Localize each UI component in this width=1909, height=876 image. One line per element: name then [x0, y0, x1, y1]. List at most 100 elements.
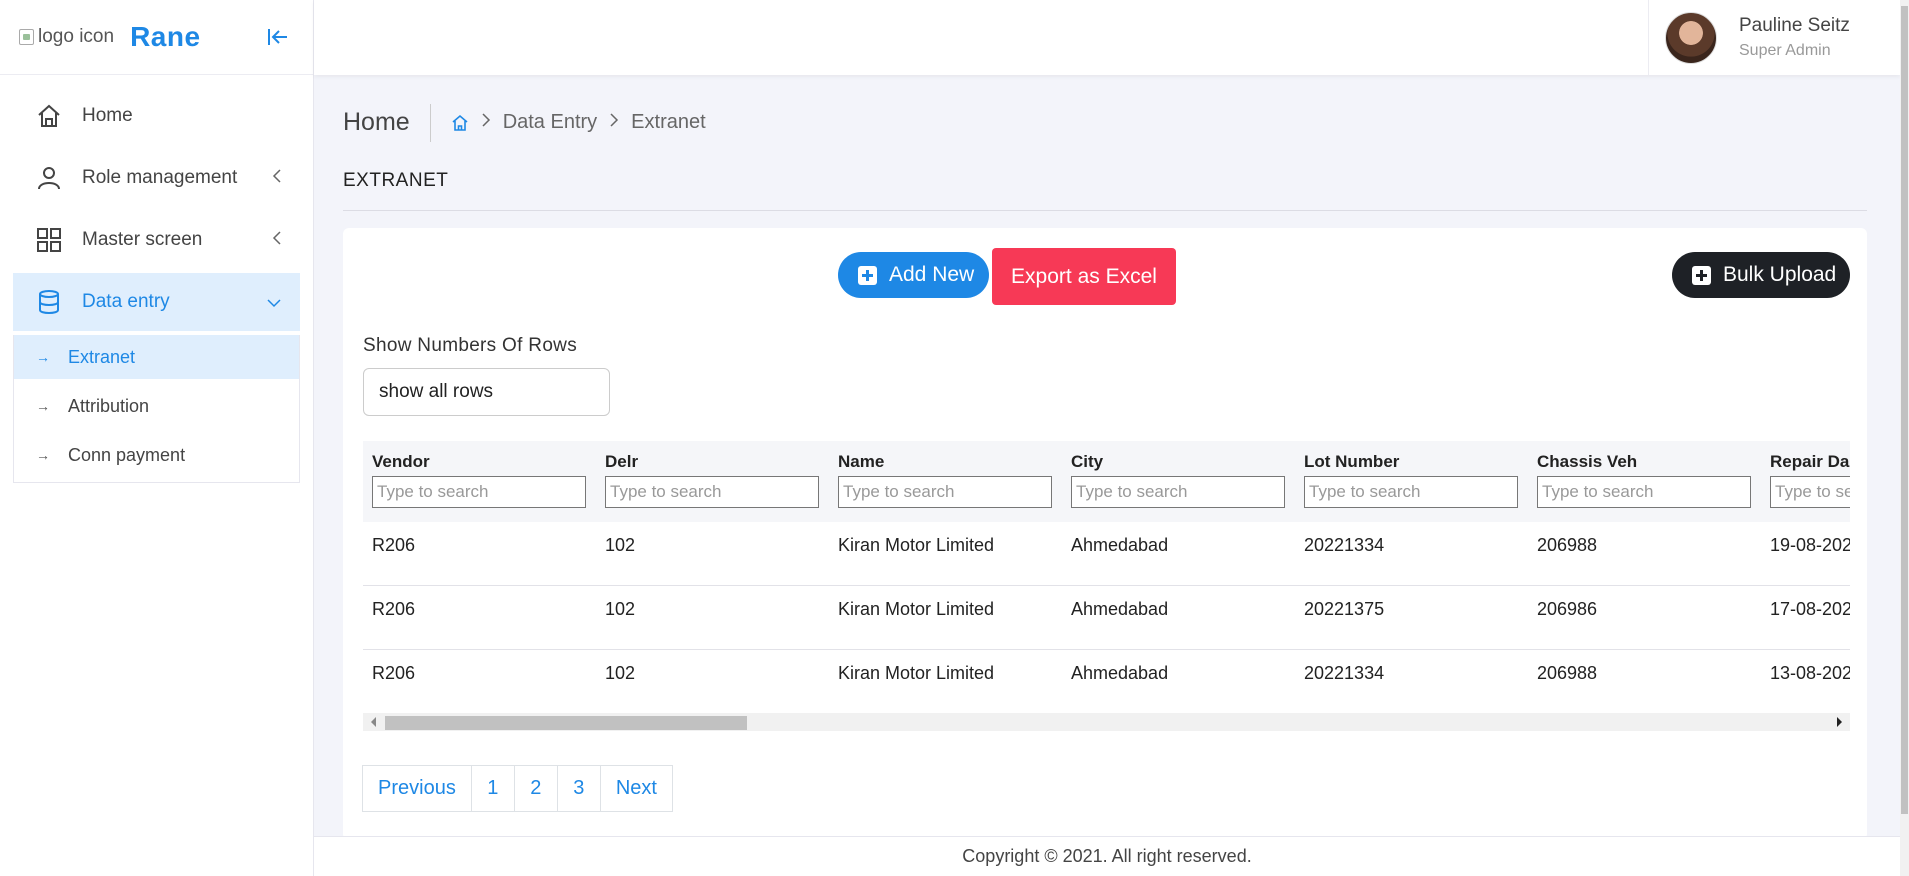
chevron-right-icon	[609, 112, 619, 133]
sidebar-header: logo icon Rane	[0, 0, 313, 75]
cell-city: Ahmedabad	[1071, 663, 1169, 683]
sidebar-subitem-attribution[interactable]: → Attribution	[14, 384, 299, 428]
column-header-repair-date[interactable]: Repair Da	[1770, 452, 1849, 472]
section-heading: EXTRANET	[343, 170, 1867, 211]
bulk-upload-label: Bulk Upload	[1723, 263, 1837, 286]
cell-lot-number: 20221375	[1304, 599, 1385, 619]
arrow-right-icon: →	[36, 398, 50, 414]
horizontal-scrollbar[interactable]	[363, 713, 1850, 731]
column-header-name[interactable]: Name	[838, 452, 884, 472]
topbar: Pauline Seitz Super Admin	[314, 0, 1900, 75]
plus-square-icon	[1692, 265, 1711, 285]
plus-square-icon	[858, 265, 877, 285]
chevron-left-icon	[272, 230, 282, 252]
sidebar-item-master-screen[interactable]: Master screen	[13, 211, 300, 269]
cell-chassis-veh: 206988	[1537, 535, 1598, 555]
sidebar-subitem-conn-payment[interactable]: → Conn payment	[14, 433, 299, 477]
cell-lot-number: 20221334	[1304, 535, 1385, 555]
cell-vendor: R206	[372, 535, 416, 555]
logo: logo icon	[19, 26, 114, 48]
cell-vendor: R206	[372, 663, 416, 683]
arrow-right-icon: →	[36, 349, 50, 365]
repair-date-search-input[interactable]: Type to search	[1770, 476, 1850, 508]
cell-name: Kiran Motor Limited	[838, 535, 995, 555]
avatar[interactable]	[1665, 11, 1717, 64]
lot-number-search-input[interactable]: Type to search	[1304, 476, 1518, 508]
user-name: Pauline Seitz	[1739, 15, 1850, 36]
column-header-chassis-veh[interactable]: Chassis Veh	[1537, 452, 1637, 472]
grid-icon	[35, 226, 63, 254]
brand-name[interactable]: Rane	[130, 21, 200, 53]
add-new-button[interactable]: Add New	[838, 252, 989, 298]
main-content: Home Data Entry Extranet EXTRANET Add Ne…	[343, 75, 1867, 840]
next-page-button[interactable]: Next	[599, 765, 673, 812]
sidebar-nav: Home Role management Master screen Data …	[0, 75, 313, 483]
home-icon[interactable]	[451, 114, 469, 132]
cell-city: Ahmedabad	[1071, 535, 1169, 555]
sidebar-item-label: Home	[82, 105, 133, 126]
sidebar-item-role-management[interactable]: Role management	[13, 149, 300, 207]
breadcrumb-extranet: Extranet	[631, 111, 706, 133]
page-1-button[interactable]: 1	[470, 765, 515, 812]
chevron-right-icon	[481, 112, 491, 133]
logo-alt-text: logo icon	[38, 26, 115, 47]
export-excel-label: Export as Excel	[1011, 264, 1157, 288]
delr-search-input[interactable]: Type to search	[605, 476, 819, 508]
collapse-sidebar-icon[interactable]	[265, 24, 291, 50]
column-header-city[interactable]: City	[1071, 452, 1103, 472]
table-row[interactable]: R206 102 Kiran Motor Limited Ahmedabad 2…	[363, 650, 1850, 714]
vendor-search-input[interactable]: Type to search	[372, 476, 586, 508]
footer: Copyright © 2021. All right reserved.	[314, 836, 1900, 876]
cell-repair-date: 13-08-202	[1770, 663, 1850, 683]
sidebar-subitem-label: Attribution	[68, 395, 150, 416]
table-row[interactable]: R206 102 Kiran Motor Limited Ahmedabad 2…	[363, 522, 1850, 586]
page-2-button[interactable]: 2	[513, 765, 558, 812]
chassis-veh-search-input[interactable]: Type to search	[1537, 476, 1751, 508]
broken-image-icon	[19, 29, 34, 45]
data-table: Vendor Type to search Delr Type to searc…	[363, 441, 1850, 731]
table-row[interactable]: R206 102 Kiran Motor Limited Ahmedabad 2…	[363, 586, 1850, 650]
cell-repair-date: 17-08-202	[1770, 599, 1850, 619]
bulk-upload-button[interactable]: Bulk Upload	[1672, 252, 1850, 298]
sidebar-item-data-entry[interactable]: Data entry	[13, 273, 300, 331]
cell-chassis-veh: 206986	[1537, 599, 1598, 619]
scroll-right-icon[interactable]	[1837, 717, 1842, 727]
copyright-text: Copyright © 2021. All right reserved.	[962, 846, 1252, 866]
breadcrumb-data-entry[interactable]: Data Entry	[503, 111, 597, 134]
page-3-button[interactable]: 3	[556, 765, 601, 812]
home-icon	[35, 102, 63, 130]
sidebar-item-home[interactable]: Home	[13, 87, 300, 145]
data-entry-submenu: → Extranet → Attribution → Conn payment	[13, 335, 300, 483]
database-icon	[35, 288, 63, 316]
cell-repair-date: 19-08-202	[1770, 535, 1850, 555]
sidebar-subitem-extranet[interactable]: → Extranet	[14, 335, 299, 379]
column-header-lot-number[interactable]: Lot Number	[1304, 452, 1399, 472]
scroll-left-icon[interactable]	[371, 717, 376, 727]
cell-delr: 102	[605, 535, 636, 555]
user-icon	[35, 164, 63, 192]
sidebar-item-label: Master screen	[82, 229, 203, 250]
chevron-left-icon	[272, 168, 282, 190]
name-search-input[interactable]: Type to search	[838, 476, 1052, 508]
cell-vendor: R206	[372, 599, 416, 619]
sidebar-item-label: Data entry	[82, 291, 170, 312]
cell-delr: 102	[605, 599, 636, 619]
previous-page-button[interactable]: Previous	[362, 765, 472, 812]
add-new-label: Add New	[889, 263, 975, 286]
extranet-card: Add New Export as Excel Bulk Upload Show…	[343, 228, 1867, 840]
vertical-scrollbar[interactable]	[1900, 0, 1909, 876]
user-menu[interactable]: Pauline Seitz Super Admin	[1648, 0, 1900, 75]
scrollbar-thumb[interactable]	[1901, 6, 1908, 814]
rows-count-label: Show Numbers Of Rows	[363, 335, 578, 356]
scrollbar-thumb[interactable]	[385, 716, 747, 730]
column-header-vendor[interactable]: Vendor	[372, 452, 430, 472]
rows-count-select[interactable]: show all rows	[363, 368, 610, 416]
table-header: Vendor Type to search Delr Type to searc…	[363, 441, 1850, 522]
cell-lot-number: 20221334	[1304, 663, 1385, 683]
column-header-delr[interactable]: Delr	[605, 452, 638, 472]
cell-delr: 102	[605, 663, 636, 683]
city-search-input[interactable]: Type to search	[1071, 476, 1285, 508]
pagination: Previous 1 2 3 Next	[362, 765, 673, 812]
export-excel-button[interactable]: Export as Excel	[992, 248, 1176, 305]
arrow-right-icon: →	[36, 447, 50, 463]
